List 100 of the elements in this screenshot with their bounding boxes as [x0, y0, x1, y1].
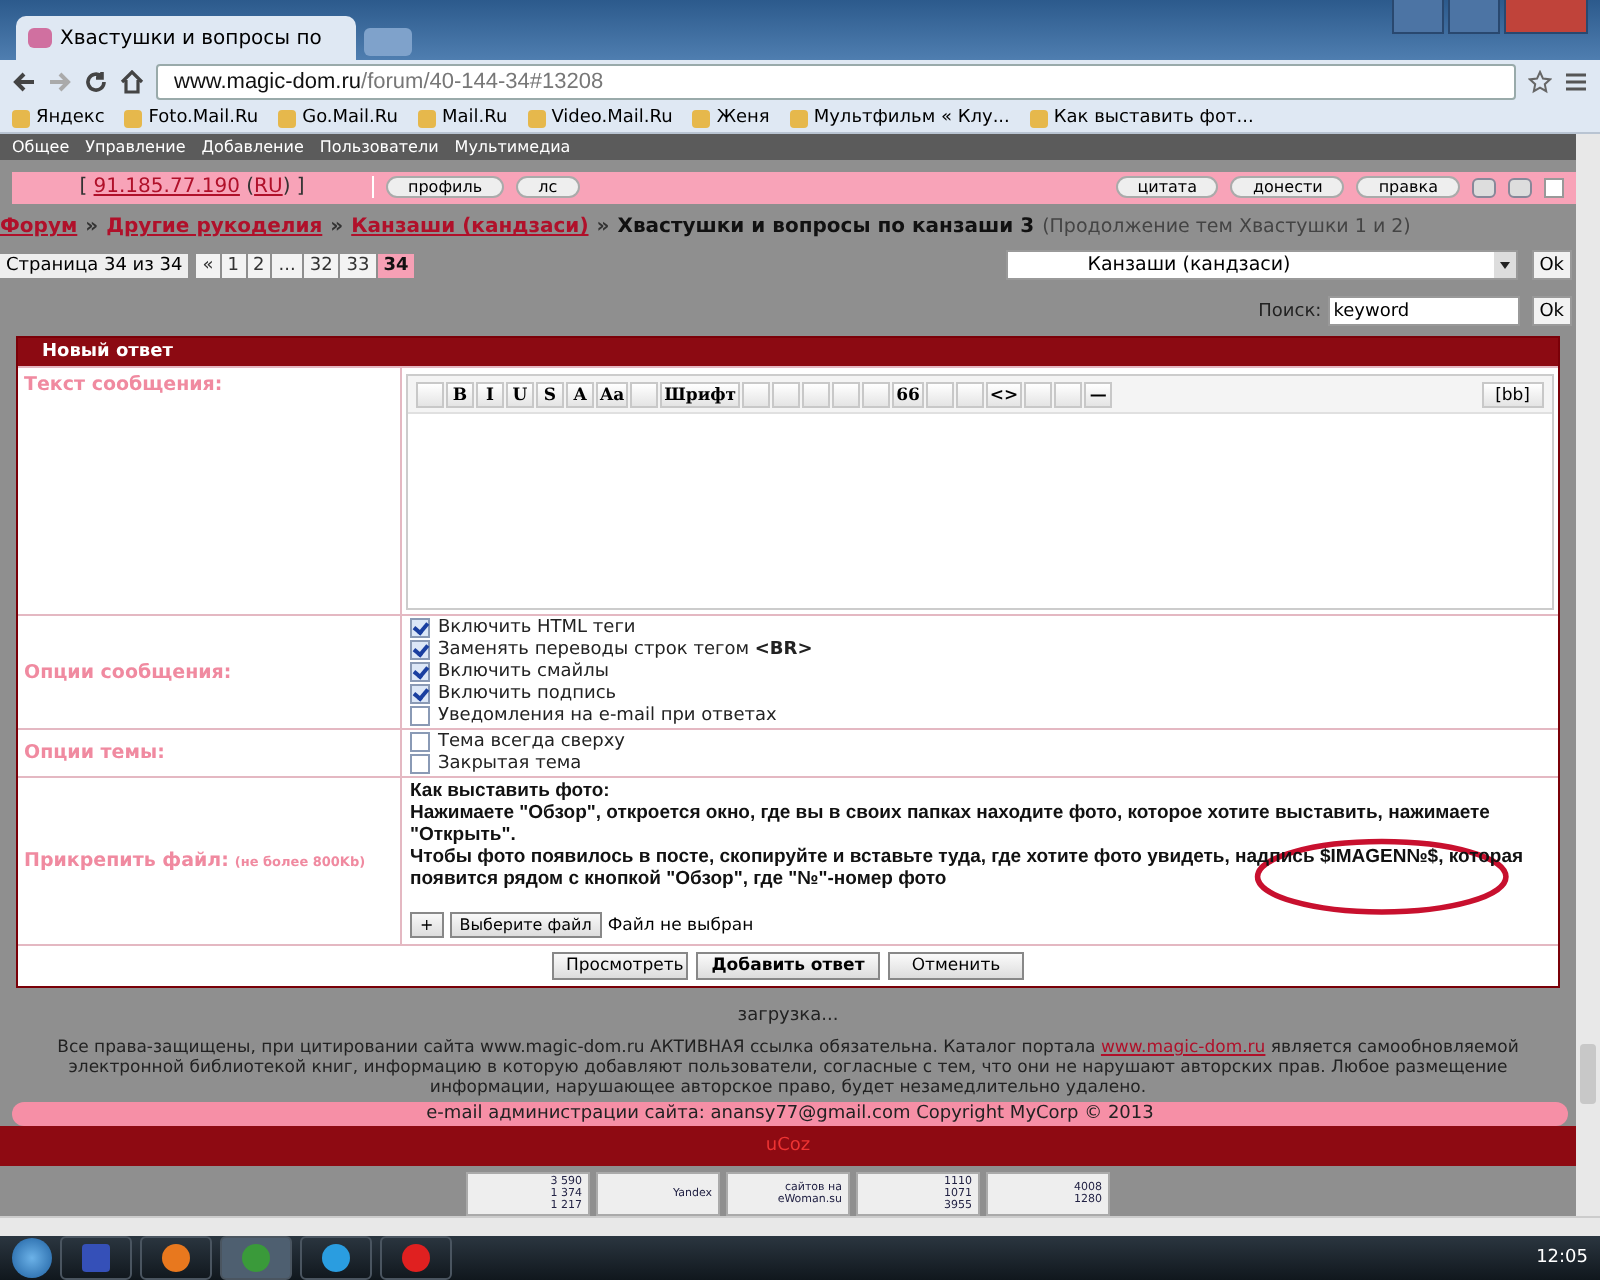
star-icon[interactable]	[1528, 70, 1552, 94]
forum-select[interactable]: Канзаши (кандзаси)	[1005, 250, 1518, 281]
site-menu-item[interactable]: Добавление	[201, 137, 304, 156]
post-action-button[interactable]: лс	[516, 176, 580, 199]
site-menu-item[interactable]: Пользователи	[319, 137, 439, 156]
editor-tool-button[interactable]: 66	[892, 381, 924, 408]
start-button[interactable]	[12, 1238, 52, 1278]
page-link[interactable]: ...	[272, 253, 302, 278]
message-editor[interactable]: B I U S A Aa Шрифт 66 <> — [bb]	[406, 374, 1554, 611]
bookmark-item[interactable]: Video.Mail.Ru	[527, 108, 673, 128]
loading-text: загрузка...	[735, 1006, 841, 1027]
ip-link[interactable]: 91.185.77.190	[93, 176, 240, 199]
bookmark-item[interactable]: Как выставить фот...	[1029, 108, 1254, 128]
editor-tool-button[interactable]: B	[446, 381, 474, 408]
page-link[interactable]: 1	[221, 253, 246, 278]
taskbar-app-icon[interactable]	[380, 1236, 452, 1280]
option-checkbox[interactable]	[410, 662, 430, 683]
topic-note: (Продолжение тем Хвастушки 1 и 2)	[1042, 216, 1411, 239]
page-link[interactable]: 34	[377, 253, 415, 278]
option-label: Заменять переводы строк тегом <BR>	[438, 640, 813, 661]
close-button[interactable]	[1504, 0, 1588, 34]
editor-tool-button[interactable]: —	[1084, 381, 1113, 408]
forward-icon[interactable]	[48, 70, 72, 94]
page-count: Страница 34 из 34	[0, 253, 189, 278]
field-label: Опции сообщения:	[24, 661, 232, 684]
post-action-button[interactable]: правка	[1356, 176, 1460, 199]
post-action-button[interactable]: цитата	[1115, 176, 1219, 199]
maximize-button[interactable]	[1448, 0, 1500, 34]
option-checkbox[interactable]	[410, 618, 430, 639]
option-checkbox[interactable]	[410, 706, 430, 727]
menu-icon[interactable]	[1564, 70, 1588, 94]
bbcode-toggle-button[interactable]: [bb]	[1481, 381, 1544, 408]
field-label: Опции темы:	[24, 742, 165, 765]
post-action-button[interactable]: донести	[1230, 176, 1345, 199]
home-icon[interactable]	[120, 70, 144, 94]
option-checkbox[interactable]	[410, 732, 430, 753]
back-icon[interactable]	[12, 70, 36, 94]
page-link[interactable]: 32	[303, 253, 339, 278]
site-menu-item[interactable]: Общее	[12, 137, 70, 156]
breadcrumb-separator: »	[330, 216, 344, 239]
copyright-bar: e-mail администрации сайта: anansy77@gmail.com Copyright MyCorp © 2013	[12, 1102, 1568, 1127]
site-menu-item[interactable]: Управление	[85, 137, 186, 156]
bracket-text: (	[246, 176, 255, 199]
clock-text: 12:05	[1536, 1248, 1588, 1268]
instruction-text: Как выставить фото:	[410, 780, 612, 803]
add-file-button[interactable]: +	[410, 912, 444, 939]
search-field[interactable]: keyword	[1327, 296, 1520, 327]
form-header: Новый ответ	[18, 338, 1558, 367]
search-label: Поиск:	[1258, 301, 1322, 322]
page-link[interactable]: 33	[340, 253, 376, 278]
vertical-scrollbar[interactable]	[1576, 134, 1600, 1216]
reload-icon[interactable]	[84, 70, 108, 94]
ok-button[interactable]: Ok	[1531, 250, 1572, 281]
option-label: Тема всегда сверху	[438, 732, 625, 753]
option-label: Включить смайлы	[438, 662, 609, 683]
option-label: Закрытая тема	[438, 754, 582, 775]
bookmark-item[interactable]: Яндекс	[12, 108, 105, 128]
new-tab-button[interactable]	[364, 28, 412, 56]
bookmark-item[interactable]: Mail.Ru	[417, 108, 508, 128]
footer-text: Все права-защищены, при цитировании сайта www.magic-dom.ru АКТИВНАЯ ссылка обязательна. Каталог портала www.magic-dom.ru является самообновляемой электронной библиотекой книг, информацию в которую добавляют пользователи, согласные с тем, что они не нарушают авторских прав. Любое размещение информации, нарушающее авторское право, будет незамедлительно удалено.	[55, 1038, 1521, 1099]
bookmark-item[interactable]: Foto.Mail.Ru	[124, 108, 259, 128]
country-link[interactable]: RU	[254, 176, 283, 199]
bookmark-item[interactable]: Go.Mail.Ru	[278, 108, 398, 128]
address-bar[interactable]: www.magic-dom.ru/forum/40-144-34#13208	[156, 64, 1516, 100]
choose-file-button[interactable]: Выберите файл	[449, 912, 602, 939]
taskbar-app-icon[interactable]	[300, 1236, 372, 1280]
editor-tool-button[interactable]: S	[536, 381, 564, 408]
post-action-button[interactable]: профиль	[386, 176, 505, 199]
editor-tool-button[interactable]: Aa	[596, 381, 629, 408]
option-checkbox[interactable]	[410, 640, 430, 661]
select-checkbox[interactable]	[1544, 177, 1564, 198]
file-status: Файл не выбран	[607, 915, 754, 936]
field-label: Прикрепить файл:	[24, 850, 229, 873]
instruction-text: Нажимаете "Обзор", откроется окно, где вы в своих папках находите фото, которое хотите выставить, нажимаете "Открыть".	[410, 802, 1492, 847]
option-label: Включить подпись	[438, 684, 617, 705]
page-link[interactable]: 2	[247, 253, 271, 278]
editor-tool-button[interactable]: <>	[985, 381, 1023, 408]
bookmark-item[interactable]: Мультфильм « Клу...	[789, 108, 1010, 128]
option-checkbox[interactable]	[410, 754, 430, 775]
breadcrumb-separator: »	[596, 216, 610, 239]
editor-tool-button[interactable]: Шрифт	[660, 381, 741, 408]
bookmark-item[interactable]: Женя	[692, 108, 770, 128]
form-button[interactable]: Добавить ответ	[696, 952, 880, 981]
editor-tool-button[interactable]: A	[566, 381, 594, 408]
field-label: Текст сообщения:	[24, 374, 223, 397]
page-link[interactable]: «	[196, 253, 220, 278]
topic-title: Хвастушки и вопросы по канзаши 3	[617, 216, 1035, 239]
horizontal-scrollbar[interactable]	[0, 1216, 1600, 1236]
form-button[interactable]: Отменить	[888, 952, 1024, 981]
breadcrumb-separator: »	[85, 216, 99, 239]
editor-tool-button[interactable]: U	[506, 381, 534, 408]
ok-button[interactable]: Ok	[1531, 296, 1572, 327]
site-menu-item[interactable]: Мультимедиа	[454, 137, 571, 156]
minimize-button[interactable]	[1392, 0, 1444, 34]
browser-tab[interactable]: Хвастушки и вопросы по	[16, 16, 356, 60]
taskbar-app-icon[interactable]	[140, 1236, 212, 1280]
editor-tool-button[interactable]: I	[476, 381, 504, 408]
form-button[interactable]: Просмотреть	[552, 952, 688, 981]
bracket-text: ) ]	[282, 176, 305, 199]
option-checkbox[interactable]	[410, 684, 430, 705]
